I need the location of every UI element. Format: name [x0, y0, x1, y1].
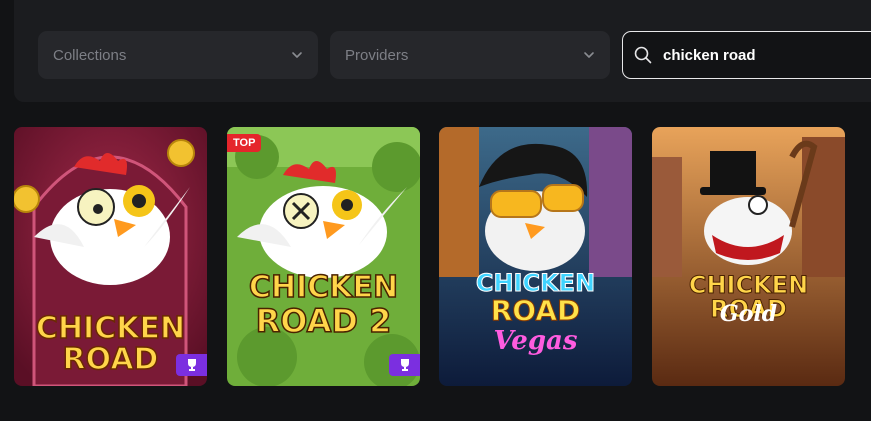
collections-dropdown[interactable]: Collections	[38, 31, 318, 79]
search-icon	[634, 46, 652, 64]
providers-dropdown[interactable]: Providers	[330, 31, 610, 79]
trophy-icon	[400, 359, 409, 371]
game-card-chicken-road-gold[interactable]: CHICKEN ROAD Gold	[652, 127, 845, 386]
trophy-badge	[176, 354, 207, 376]
trophy-badge	[389, 354, 420, 376]
game-card-chicken-road-vegas[interactable]: CHICKEN ROAD Vegas	[439, 127, 632, 386]
game-artwork	[652, 127, 845, 386]
game-title-line1: CHICKEN	[475, 269, 596, 297]
top-badge: TOP	[227, 134, 262, 152]
game-title-line1: CHICKEN	[35, 311, 186, 346]
game-artwork	[227, 127, 420, 386]
game-title-line2: ROAD	[490, 294, 581, 327]
chevron-down-icon	[584, 52, 594, 58]
chevron-down-icon	[292, 52, 302, 58]
search-box[interactable]	[622, 31, 871, 79]
game-title-line3: Vegas	[493, 326, 578, 356]
game-card-chicken-road-2[interactable]: TOP CHICKEN ROAD 2	[227, 127, 420, 386]
search-input[interactable]	[663, 46, 863, 64]
game-title-line2: Gold	[719, 301, 778, 327]
game-card-chicken-road[interactable]: CHICKEN ROAD	[14, 127, 207, 386]
collections-label: Collections	[53, 46, 127, 64]
game-title-line1: CHICKEN	[248, 270, 399, 305]
trophy-icon	[187, 359, 196, 371]
game-title-line2: ROAD 2	[255, 302, 392, 340]
providers-label: Providers	[345, 46, 409, 64]
